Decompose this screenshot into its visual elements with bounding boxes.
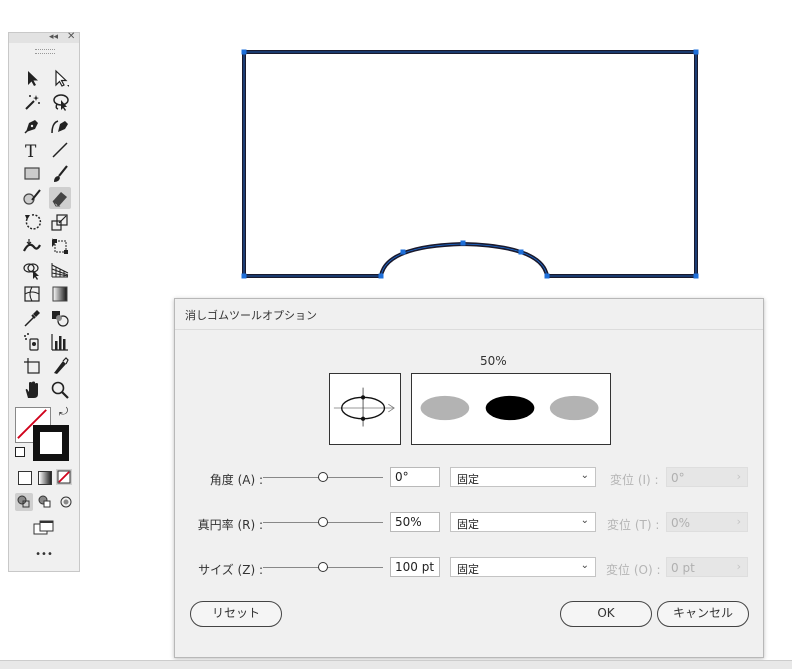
roundness-variation-label: 変位 (T) : (607, 518, 660, 532)
mesh-tool-icon[interactable] (21, 283, 43, 305)
draw-inside-icon[interactable] (57, 493, 75, 511)
cancel-button[interactable]: キャンセル (657, 601, 749, 627)
angle-variation-value: 0° (671, 471, 685, 485)
screen-mode-icon[interactable] (33, 519, 55, 537)
selection-tool-icon[interactable] (21, 67, 43, 89)
drag-grip[interactable] (35, 49, 55, 54)
default-colors-icon[interactable] (15, 447, 25, 457)
eyedropper-tool-icon[interactable] (21, 307, 43, 329)
angle-variation-label: 変位 (I) : (610, 473, 659, 487)
chevron-down-icon: ⌄ (580, 560, 589, 571)
rotate-tool-icon[interactable] (21, 211, 43, 233)
eraser-tool-options-dialog: 消しゴムツールオプション 50% 角度 (A) : 0° 固定 ⌄ 変位 (I)… (174, 298, 764, 658)
tools-panel-header[interactable]: ◂◂ ✕ (9, 31, 79, 43)
chevron-down-icon: ⌄ (580, 515, 589, 526)
eraser-tool-icon[interactable] (49, 187, 71, 209)
ok-button[interactable]: OK (560, 601, 652, 627)
scale-tool-icon[interactable] (49, 211, 71, 233)
shape-builder-tool-icon[interactable] (21, 259, 43, 281)
roundness-slider-knob[interactable] (318, 517, 328, 527)
size-input[interactable]: 100 pt (390, 557, 440, 577)
stroke-swatch[interactable] (33, 425, 69, 461)
shaper-tool-icon[interactable] (21, 187, 43, 209)
column-graph-tool-icon[interactable] (49, 331, 71, 353)
swap-fill-stroke-icon[interactable]: ⤾ (59, 405, 68, 419)
size-variation-input: 0 pt › (666, 557, 748, 577)
title-divider (175, 329, 763, 330)
roundness-variation-input: 0% › (666, 512, 748, 532)
size-variation-value: 0 pt (671, 561, 695, 575)
none-button-icon[interactable] (56, 469, 72, 485)
current-size-preview (485, 395, 535, 421)
type-tool-icon[interactable]: T (21, 139, 43, 161)
width-tool-icon[interactable] (21, 235, 43, 257)
angle-mode-select[interactable]: 固定 ⌄ (450, 467, 596, 487)
close-icon[interactable]: ✕ (67, 31, 75, 42)
paintbrush-tool-icon[interactable] (49, 163, 71, 185)
zoom-tool-icon[interactable] (49, 379, 71, 401)
preview-percent: 50% (480, 354, 507, 368)
reset-button[interactable]: リセット (190, 601, 282, 627)
slice-tool-icon[interactable] (49, 355, 71, 377)
gradient-tool-icon[interactable] (49, 283, 71, 305)
magic-wand-tool-icon[interactable] (21, 91, 43, 113)
gradient-button-icon[interactable] (38, 471, 52, 485)
angle-preview[interactable] (329, 373, 401, 445)
rectangle-tool-icon[interactable] (21, 163, 43, 185)
artboard-tool-icon[interactable] (21, 355, 43, 377)
edit-toolbar-button[interactable]: ••• (9, 549, 79, 560)
angle-mode-value: 固定 (457, 473, 479, 486)
artwork-shape[interactable] (240, 48, 702, 284)
size-slider-knob[interactable] (318, 562, 328, 572)
line-segment-tool-icon[interactable] (49, 139, 71, 161)
perspective-grid-tool-icon[interactable] (49, 259, 71, 281)
curvature-tool-icon[interactable] (49, 115, 71, 137)
dialog-title: 消しゴムツールオプション (185, 309, 317, 322)
chevron-right-icon: › (736, 515, 741, 528)
chevron-right-icon: › (736, 560, 741, 573)
angle-slider-knob[interactable] (318, 472, 328, 482)
type-tool-glyph: T (25, 142, 37, 161)
max-size-preview (549, 395, 599, 421)
direct-selection-tool-icon[interactable] (49, 67, 71, 89)
chevron-right-icon: › (736, 470, 741, 483)
hand-tool-icon[interactable] (21, 379, 43, 401)
chevron-down-icon: ⌄ (580, 470, 589, 481)
color-button-icon[interactable] (18, 471, 32, 485)
angle-input[interactable]: 0° (390, 467, 440, 487)
min-size-preview (420, 395, 470, 421)
free-transform-tool-icon[interactable] (49, 235, 71, 257)
brush-preview (411, 373, 611, 445)
selected-path (242, 50, 698, 278)
size-mode-select[interactable]: 固定 ⌄ (450, 557, 596, 577)
size-variation-label: 変位 (O) : (606, 563, 661, 577)
collapse-icon[interactable]: ◂◂ (49, 32, 58, 42)
roundness-variation-value: 0% (671, 516, 691, 530)
draw-behind-icon[interactable] (36, 493, 54, 511)
draw-normal-icon[interactable] (15, 493, 33, 511)
tools-panel: ◂◂ ✕ T ⤾ ••• (8, 31, 80, 572)
blend-tool-icon[interactable] (49, 307, 71, 329)
angle-variation-input: 0° › (666, 467, 748, 487)
symbol-sprayer-tool-icon[interactable] (21, 331, 43, 353)
angle-label: 角度 (A) : (209, 473, 263, 487)
size-mode-value: 固定 (457, 563, 479, 576)
roundness-input[interactable]: 50% (390, 512, 440, 532)
roundness-label: 真円率 (R) : (197, 518, 263, 532)
size-label: サイズ (Z) : (198, 563, 263, 577)
roundness-mode-select[interactable]: 固定 ⌄ (450, 512, 596, 532)
pen-tool-icon[interactable] (21, 115, 43, 137)
lasso-tool-icon[interactable] (49, 91, 71, 113)
roundness-mode-value: 固定 (457, 518, 479, 531)
